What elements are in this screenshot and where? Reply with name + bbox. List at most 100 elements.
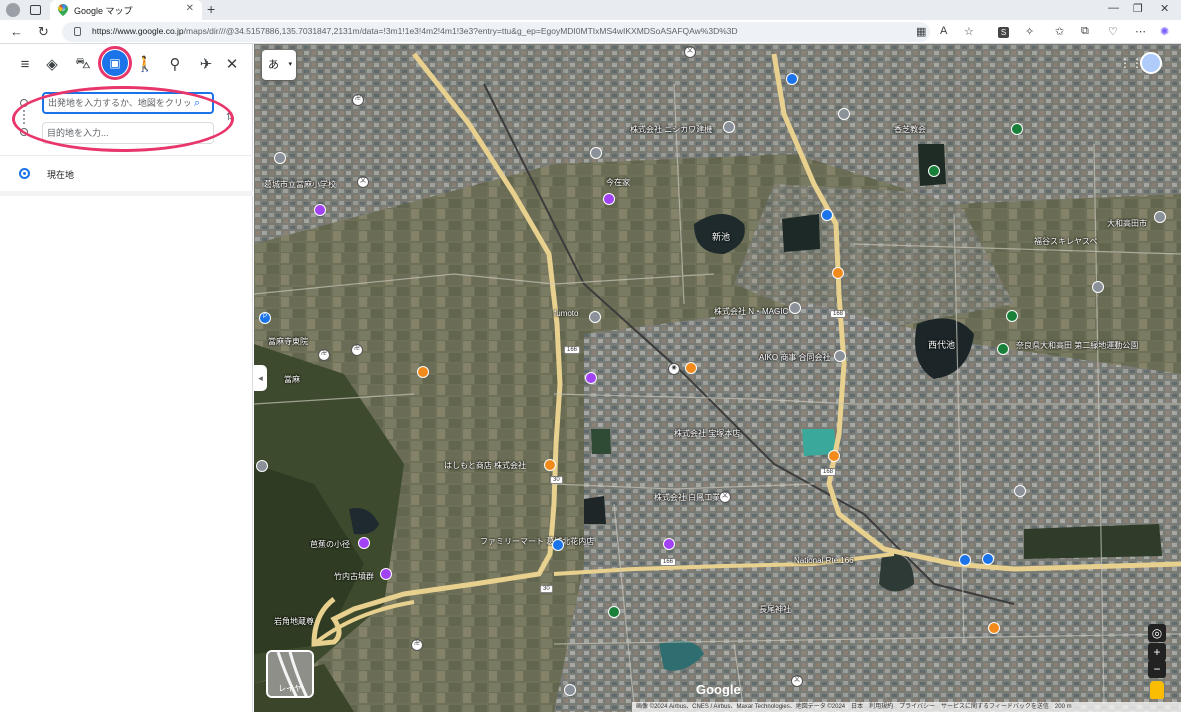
map-label[interactable]: 長尾神社 [759,604,791,615]
map-label[interactable]: 新池 [712,230,730,243]
extensions-puzzle-icon[interactable]: ✧ [1025,25,1034,38]
caret-down-icon[interactable]: ▾ [288,50,292,80]
favorites-icon[interactable]: ✩ [1055,25,1064,38]
extension-s-icon[interactable]: S [998,27,1009,38]
map-label[interactable]: 當麻寺東院 [268,336,308,347]
mode-flight-icon[interactable]: ✈ [196,54,216,74]
current-location-icon[interactable] [19,168,30,179]
place-pin-icon[interactable] [590,147,602,159]
temple-pin-icon[interactable]: 卍 [411,639,423,651]
current-location-option[interactable]: 現在地 [47,168,74,181]
place-pin-icon[interactable] [789,302,801,314]
attraction-pin-icon[interactable] [663,538,675,550]
mode-walking-icon[interactable]: 🚶 [135,54,155,74]
place-pin-icon[interactable] [723,121,735,133]
reload-icon[interactable]: ↻ [38,24,49,40]
satellite-map[interactable]: 新池 西代池 當麻 當麻寺東院 株式会社 ニシカワ建機 香芝教会 今在家 葛城市… [254,44,1181,712]
temple-pin-icon[interactable]: 卍 [318,349,330,361]
zoom-in-button[interactable]: + [1148,643,1166,661]
shopping-pin-icon[interactable] [786,73,798,85]
attraction-pin-icon[interactable] [314,204,326,216]
map-label[interactable]: 株式会社 宝塚本店 [674,428,740,439]
attraction-pin-icon[interactable] [358,537,370,549]
park-pin-icon[interactable] [1006,310,1018,322]
map-label[interactable]: 岩角地蔵尊 [274,616,314,627]
profile-icon[interactable] [6,3,20,17]
park-pin-icon[interactable] [928,165,940,177]
place-pin-icon[interactable] [1154,211,1166,223]
read-aloud-icon[interactable]: A [940,25,947,37]
close-directions-icon[interactable]: ✕ [222,54,242,74]
place-pin-icon[interactable] [589,311,601,323]
url-text[interactable]: https://www.google.co.jp/maps/dir///@34.… [92,26,738,36]
restaurant-pin-icon[interactable] [417,366,429,378]
favorite-star-icon[interactable]: ☆ [964,25,974,38]
tab-actions-icon[interactable] [30,5,41,15]
shopping-pin-icon[interactable] [552,539,564,551]
place-pin-icon[interactable] [1092,281,1104,293]
parking-pin-icon[interactable]: P [259,312,271,324]
map-label[interactable]: AIKO 商事 合同会社 [759,352,831,363]
map-label[interactable]: 葛城市立當麻小学校 [264,179,336,190]
mode-best-icon[interactable]: ◈ [42,54,62,74]
map-label[interactable]: 大和高田市 [1107,218,1147,229]
menu-icon[interactable]: ≡ [15,54,35,74]
map-label[interactable]: 今在家 [606,177,630,188]
map-label[interactable]: 西代池 [928,338,955,351]
restaurant-pin-icon[interactable] [544,459,556,471]
attraction-pin-icon[interactable] [380,568,392,580]
place-pin-icon[interactable] [838,108,850,120]
close-tab-icon[interactable]: ✕ [186,3,194,14]
install-app-icon[interactable]: ▦ [916,25,926,38]
street-view-pegman-icon[interactable] [1150,681,1164,699]
back-arrow-icon[interactable]: ← [10,24,23,39]
restaurant-pin-icon[interactable] [685,362,697,374]
attraction-pin-icon[interactable] [585,372,597,384]
place-pin-icon[interactable] [564,684,576,696]
place-pin-icon[interactable] [256,460,268,472]
lock-icon[interactable] [74,27,81,36]
collapse-panel-button[interactable]: ◂ [254,365,267,391]
place-pin-icon[interactable] [1014,485,1026,497]
temple-pin-icon[interactable]: 卍 [351,344,363,356]
collections-icon[interactable]: ⧉ [1081,25,1089,38]
copilot-icon[interactable]: ✺ [1160,25,1169,38]
school-pin-icon[interactable]: 文 [684,46,696,58]
restaurant-pin-icon[interactable] [832,267,844,279]
mode-transit-icon[interactable]: ▣ [102,50,128,76]
layers-button[interactable]: レイヤ [266,650,314,698]
map-label[interactable]: 株式会社 N・MAGIC [714,306,788,317]
more-menu-icon[interactable]: ⋯ [1135,25,1146,38]
my-location-icon[interactable]: ◎ [1148,624,1166,642]
new-tab-icon[interactable]: + [207,1,215,17]
shopping-pin-icon[interactable] [959,554,971,566]
map-label[interactable]: 當麻 [284,374,300,385]
station-pin-icon[interactable]: ◉ [668,363,680,375]
school-pin-icon[interactable]: 文 [791,675,803,687]
map-label[interactable]: ファミリーマート 葛城北花内店 [480,536,594,547]
restore-icon[interactable]: ❐ [1133,2,1143,15]
restaurant-pin-icon[interactable] [988,622,1000,634]
map-label[interactable]: fumoto [554,309,578,318]
omnibox[interactable]: https://www.google.co.jp/maps/dir///@34.… [62,22,930,42]
map-label[interactable]: 芭蕉の小径 [310,539,350,550]
map-label[interactable]: 香芝教会 [894,124,926,135]
attraction-pin-icon[interactable] [603,193,615,205]
school-pin-icon[interactable]: 文 [719,491,731,503]
browser-tab-google-maps[interactable]: Google マップ ✕ [50,0,202,20]
map-label[interactable]: 福谷スキレヤスペ [1034,236,1097,247]
park-pin-icon[interactable] [1011,123,1023,135]
map-label[interactable]: はしもと商店 株式会社 [444,460,526,471]
map-label[interactable]: 株式会社 ニシカワ建機 [630,124,712,135]
map-label[interactable]: National Rte 166 [794,556,854,565]
map-label[interactable]: 竹内古墳群 [334,571,374,582]
input-tools-button[interactable]: あ ▾ [262,50,296,80]
park-pin-icon[interactable] [997,343,1009,355]
account-avatar[interactable] [1140,52,1162,74]
shopping-pin-icon[interactable] [982,553,994,565]
restaurant-pin-icon[interactable] [828,450,840,462]
map-label[interactable]: 奈良県大和高田 第二緑地運動公園 [1016,340,1138,351]
temple-pin-icon[interactable]: 卍 [352,94,364,106]
park-pin-icon[interactable] [608,606,620,618]
place-pin-icon[interactable] [834,350,846,362]
